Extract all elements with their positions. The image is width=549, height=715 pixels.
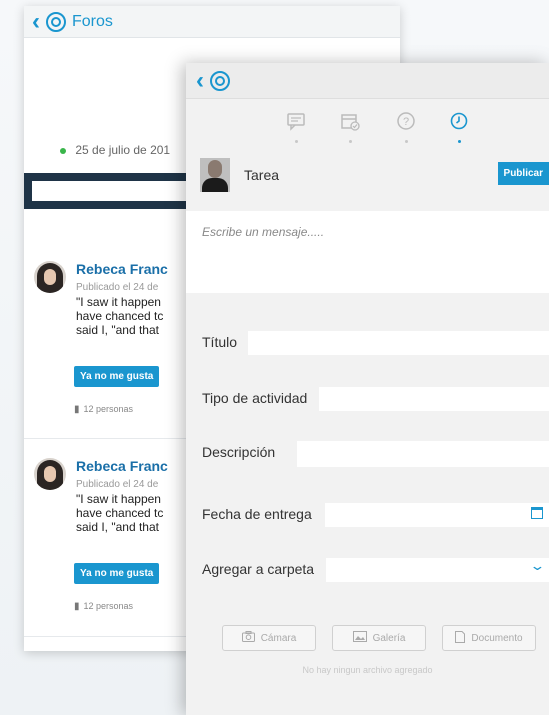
activity-type-field[interactable] [319, 387, 549, 411]
post-type-title: Tarea [244, 167, 280, 183]
like-count: ▮ 12 personas [74, 404, 133, 415]
tab-indicator [295, 140, 298, 143]
author-row: Tarea Publicar [200, 158, 549, 198]
tab-indicator-active [458, 140, 461, 143]
attachment-buttons: Cámara Galería Documento [186, 625, 549, 651]
forum-title: Foros [72, 12, 113, 30]
camera-icon [241, 631, 255, 645]
post-meta: Publicado el 24 de [76, 479, 159, 490]
status-dot-icon [60, 147, 66, 154]
calendar-icon[interactable] [531, 507, 543, 519]
due-date-row: Fecha de entrega [186, 503, 549, 527]
thumbs-up-icon: ▮ [74, 404, 80, 415]
folder-select[interactable]: ⌄ [326, 558, 549, 582]
unlike-button[interactable]: Ya no me gusta [74, 563, 160, 584]
activity-type-row: Tipo de actividad [186, 387, 549, 411]
task-header: ‹ [186, 63, 549, 99]
svg-text:?: ? [403, 116, 409, 128]
app-logo-icon [210, 70, 230, 91]
tab-indicator [405, 140, 408, 143]
like-count-label: 12 personas [83, 601, 134, 611]
post-author[interactable]: Rebeca Franc [76, 458, 168, 474]
clock-icon[interactable] [449, 111, 469, 131]
image-icon [352, 631, 367, 645]
description-field[interactable] [297, 441, 549, 467]
activity-type-label: Tipo de actividad [202, 390, 308, 406]
no-attachments-message: No hay ningun archivo agregado [302, 665, 433, 675]
camera-label: Cámara [260, 632, 297, 644]
message-input[interactable]: Escribe un mensaje..... [186, 211, 549, 293]
document-button[interactable]: Documento [442, 625, 536, 651]
tab-indicator [349, 140, 352, 143]
forum-date-label: 25 de julio de 201 [75, 143, 171, 157]
back-chevron-icon[interactable]: ‹ [196, 68, 204, 93]
gallery-button[interactable]: Galería [332, 625, 426, 651]
post-type-tabs: ? [186, 99, 549, 149]
calendar-check-icon[interactable] [340, 111, 360, 131]
avatar [34, 458, 66, 490]
unlike-button[interactable]: Ya no me gusta [74, 366, 160, 387]
comment-icon[interactable] [286, 111, 306, 131]
post-meta: Publicado el 24 de [76, 282, 159, 293]
avatar [200, 158, 230, 192]
document-label: Documento [471, 632, 523, 644]
task-panel: ‹ ? Tarea Publicar Escribe un mensaje...… [186, 63, 549, 715]
description-row: Descripción [186, 441, 549, 467]
forum-header: ‹ Foros [24, 6, 400, 38]
due-date-label: Fecha de entrega [202, 506, 312, 522]
thumbs-up-icon: ▮ [74, 601, 80, 612]
title-label: Título [202, 334, 238, 350]
description-label: Descripción [202, 444, 276, 460]
document-icon [455, 630, 466, 646]
folder-row: Agregar a carpeta ⌄ [186, 558, 549, 582]
chevron-down-icon[interactable]: ⌄ [529, 558, 545, 574]
publish-button[interactable]: Publicar [497, 162, 549, 185]
post-author[interactable]: Rebeca Franc [76, 261, 168, 277]
back-chevron-icon[interactable]: ‹ [32, 9, 40, 34]
like-count: ▮ 12 personas [74, 601, 133, 612]
like-count-label: 12 personas [83, 404, 134, 414]
due-date-field[interactable] [325, 503, 549, 527]
camera-button[interactable]: Cámara [222, 625, 316, 651]
folder-label: Agregar a carpeta [202, 561, 315, 577]
gallery-label: Galería [372, 632, 406, 644]
app-logo-icon [46, 11, 66, 32]
title-field-row: Título [186, 331, 549, 355]
title-field[interactable] [248, 331, 549, 355]
avatar [34, 261, 66, 293]
question-icon[interactable]: ? [396, 111, 416, 131]
